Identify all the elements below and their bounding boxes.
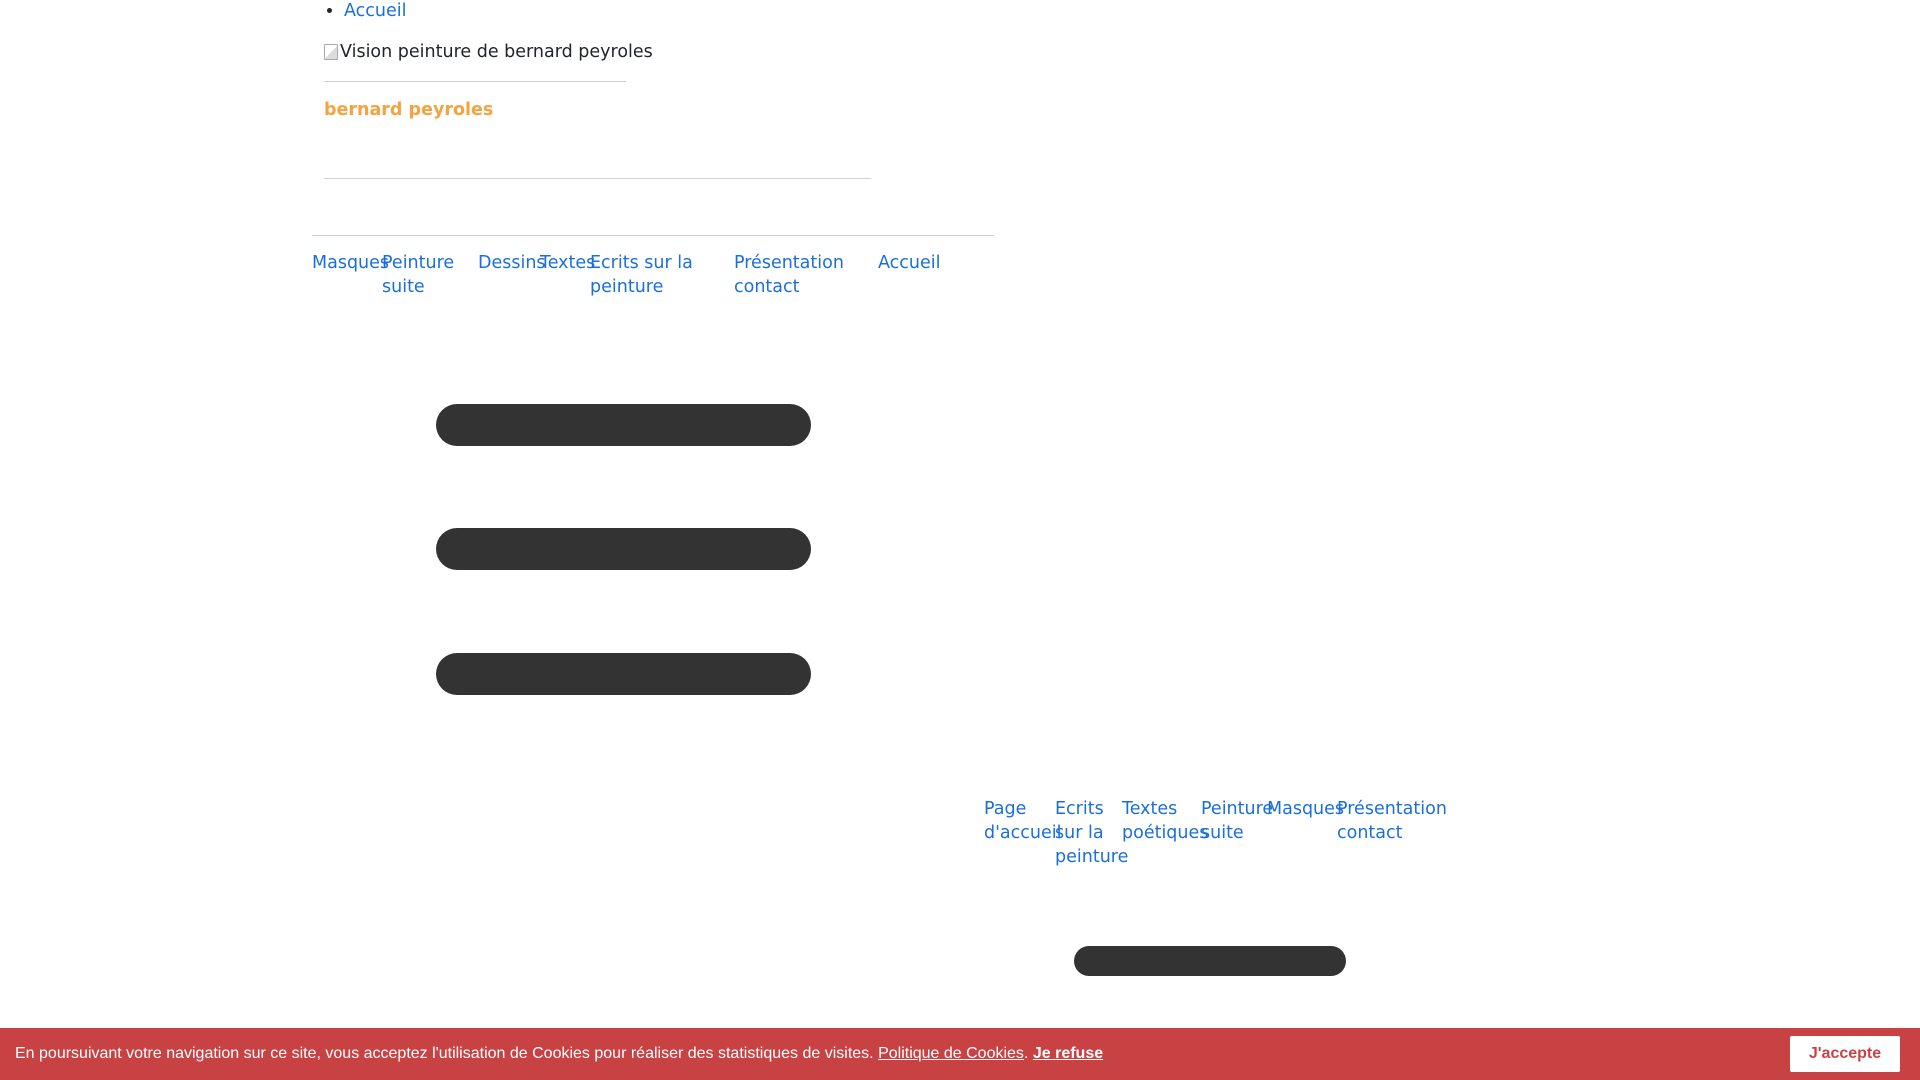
footer-menu-item-page-accueil[interactable]: Page d'accueil	[984, 797, 1061, 845]
footer-menu-item-peinture-suite[interactable]: Peinture suite	[1201, 797, 1273, 845]
broken-image-icon	[324, 44, 338, 60]
footer-menu-item-textes-poetiques[interactable]: Textes poétiques	[1122, 797, 1208, 845]
main-menu-item-presentation-contact[interactable]: Présentation contact	[734, 251, 878, 299]
header-divider-bottom	[324, 178, 871, 179]
site-name: bernard peyroles	[324, 100, 494, 120]
menu-divider	[312, 235, 994, 236]
site-logo-alt-text: Vision peinture de bernard peyroles	[340, 42, 653, 62]
cookie-banner-text: En poursuivant votre navigation sur ce s…	[15, 1044, 1103, 1064]
top-nav-home-link[interactable]: Accueil	[344, 1, 407, 21]
dark-pill-bar[interactable]	[436, 404, 811, 446]
cookie-accept-button[interactable]: J'accepte	[1790, 1036, 1900, 1072]
header-divider	[324, 81, 626, 82]
top-nav-item: Accueil	[344, 0, 407, 22]
footer-menu-item-presentation-contact[interactable]: Présentation contact	[1337, 797, 1447, 845]
cookie-refuse-link[interactable]: Je refuse	[1033, 1045, 1103, 1062]
main-menu-item-textes[interactable]: Textes	[540, 251, 595, 275]
main-menu-item-peinture-suite[interactable]: Peinture suite	[382, 251, 478, 299]
main-menu-item-accueil[interactable]: Accueil	[878, 251, 948, 275]
dark-pill-bar[interactable]	[436, 653, 811, 695]
main-menu-item-ecrits[interactable]: Ecrits sur la peinture	[590, 251, 734, 299]
site-logo[interactable]: Vision peinture de bernard peyroles	[324, 40, 653, 64]
cookie-banner: En poursuivant votre navigation sur ce s…	[0, 1028, 1920, 1080]
footer-dark-pill-bar[interactable]	[1074, 946, 1346, 976]
cookie-message: En poursuivant votre navigation sur ce s…	[15, 1045, 874, 1062]
footer-menu-item-masques[interactable]: Masques	[1267, 797, 1344, 821]
top-nav-list: Accueil	[344, 0, 407, 22]
cookie-separator: .	[1023, 1045, 1029, 1062]
footer-menu-item-ecrits[interactable]: Ecrits sur la peinture	[1055, 797, 1128, 869]
cookie-policy-link[interactable]: Politique de Cookies	[878, 1045, 1024, 1062]
dark-pill-bar[interactable]	[436, 528, 811, 570]
main-menu-item-masques[interactable]: Masques	[312, 251, 389, 275]
main-menu-item-dessins[interactable]: Dessins	[478, 251, 546, 275]
